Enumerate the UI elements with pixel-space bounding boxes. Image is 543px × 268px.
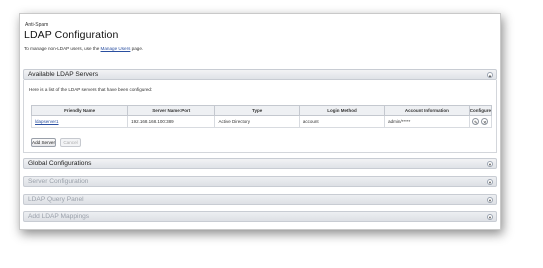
servers-table: Friendly Name Server Name:Port Type Logi… [30, 105, 493, 128]
ldap-query-panel-header: LDAP Query Panel ▼ [23, 194, 497, 205]
section-ldap-query-panel: LDAP Query Panel ▼ [23, 194, 497, 205]
available-servers-body: Here is a list of the LDAP servers that … [23, 80, 497, 153]
col-server-port: Server Name:Port [127, 105, 216, 116]
col-configure: Configure [468, 105, 493, 116]
expand-toggle-icon: ▼ [487, 213, 493, 220]
add-ldap-mappings-header: Add LDAP Mappings ▼ [23, 211, 497, 222]
ldap-query-panel-title: LDAP Query Panel [28, 196, 84, 203]
breadcrumb: Anti-Spam [25, 22, 49, 28]
expand-toggle-icon[interactable]: ▼ [487, 160, 493, 167]
available-servers-header[interactable]: Available LDAP Servers ▲ [23, 69, 497, 80]
server-type-cell: Active Directory [214, 115, 300, 128]
configure-cell: ✎ ✕ [468, 115, 493, 128]
add-ldap-mappings-title: Add LDAP Mappings [28, 213, 90, 220]
global-configurations-title: Global Configurations [28, 160, 92, 167]
server-port-cell: 192.168.168.100:389 [127, 115, 216, 128]
server-configuration-title: Server Configuration [28, 178, 89, 185]
available-servers-panel: Available LDAP Servers ▲ Here is a list … [23, 69, 497, 153]
close-icon[interactable]: ✕ [481, 118, 489, 125]
section-global-configurations[interactable]: Global Configurations ▼ [23, 158, 497, 169]
page-title: LDAP Configuration [24, 29, 119, 41]
pencil-icon[interactable]: ✎ [472, 118, 480, 125]
intro-prefix: To manage non-LDAP users, use the [24, 46, 101, 51]
global-configurations-header[interactable]: Global Configurations ▼ [23, 158, 497, 169]
intro-suffix: page. [130, 46, 144, 51]
col-friendly-name: Friendly Name [30, 105, 129, 116]
ldap-config-window: Anti-Spam LDAP Configuration To manage n… [19, 13, 501, 230]
col-account-info: Account Information [384, 105, 470, 116]
section-add-ldap-mappings: Add LDAP Mappings ▼ [23, 211, 497, 222]
expand-toggle-icon: ▼ [487, 196, 493, 203]
section-server-configuration: Server Configuration ▼ [23, 176, 497, 187]
expand-toggle-icon: ▼ [487, 178, 493, 185]
server-configuration-header: Server Configuration ▼ [23, 176, 497, 187]
login-method-cell: account [298, 115, 386, 128]
add-server-button[interactable]: Add Server [31, 138, 56, 147]
server-friendly-name-link[interactable]: ldapserver1 [30, 115, 129, 128]
servers-note: Here is a list of the LDAP servers that … [29, 87, 153, 92]
col-login-method: Login Method [298, 105, 386, 116]
available-servers-title: Available LDAP Servers [28, 71, 99, 78]
collapse-toggle-icon[interactable]: ▲ [487, 71, 493, 78]
col-type: Type [214, 105, 300, 116]
intro-text: To manage non-LDAP users, use the Manage… [24, 46, 143, 51]
table-row: ldapserver1 192.168.168.100:389 Active D… [30, 115, 493, 128]
manage-users-link[interactable]: Manage Users [101, 46, 131, 51]
cancel-button[interactable]: Cancel [60, 138, 81, 147]
account-info-cell: admin/***** [384, 115, 470, 128]
